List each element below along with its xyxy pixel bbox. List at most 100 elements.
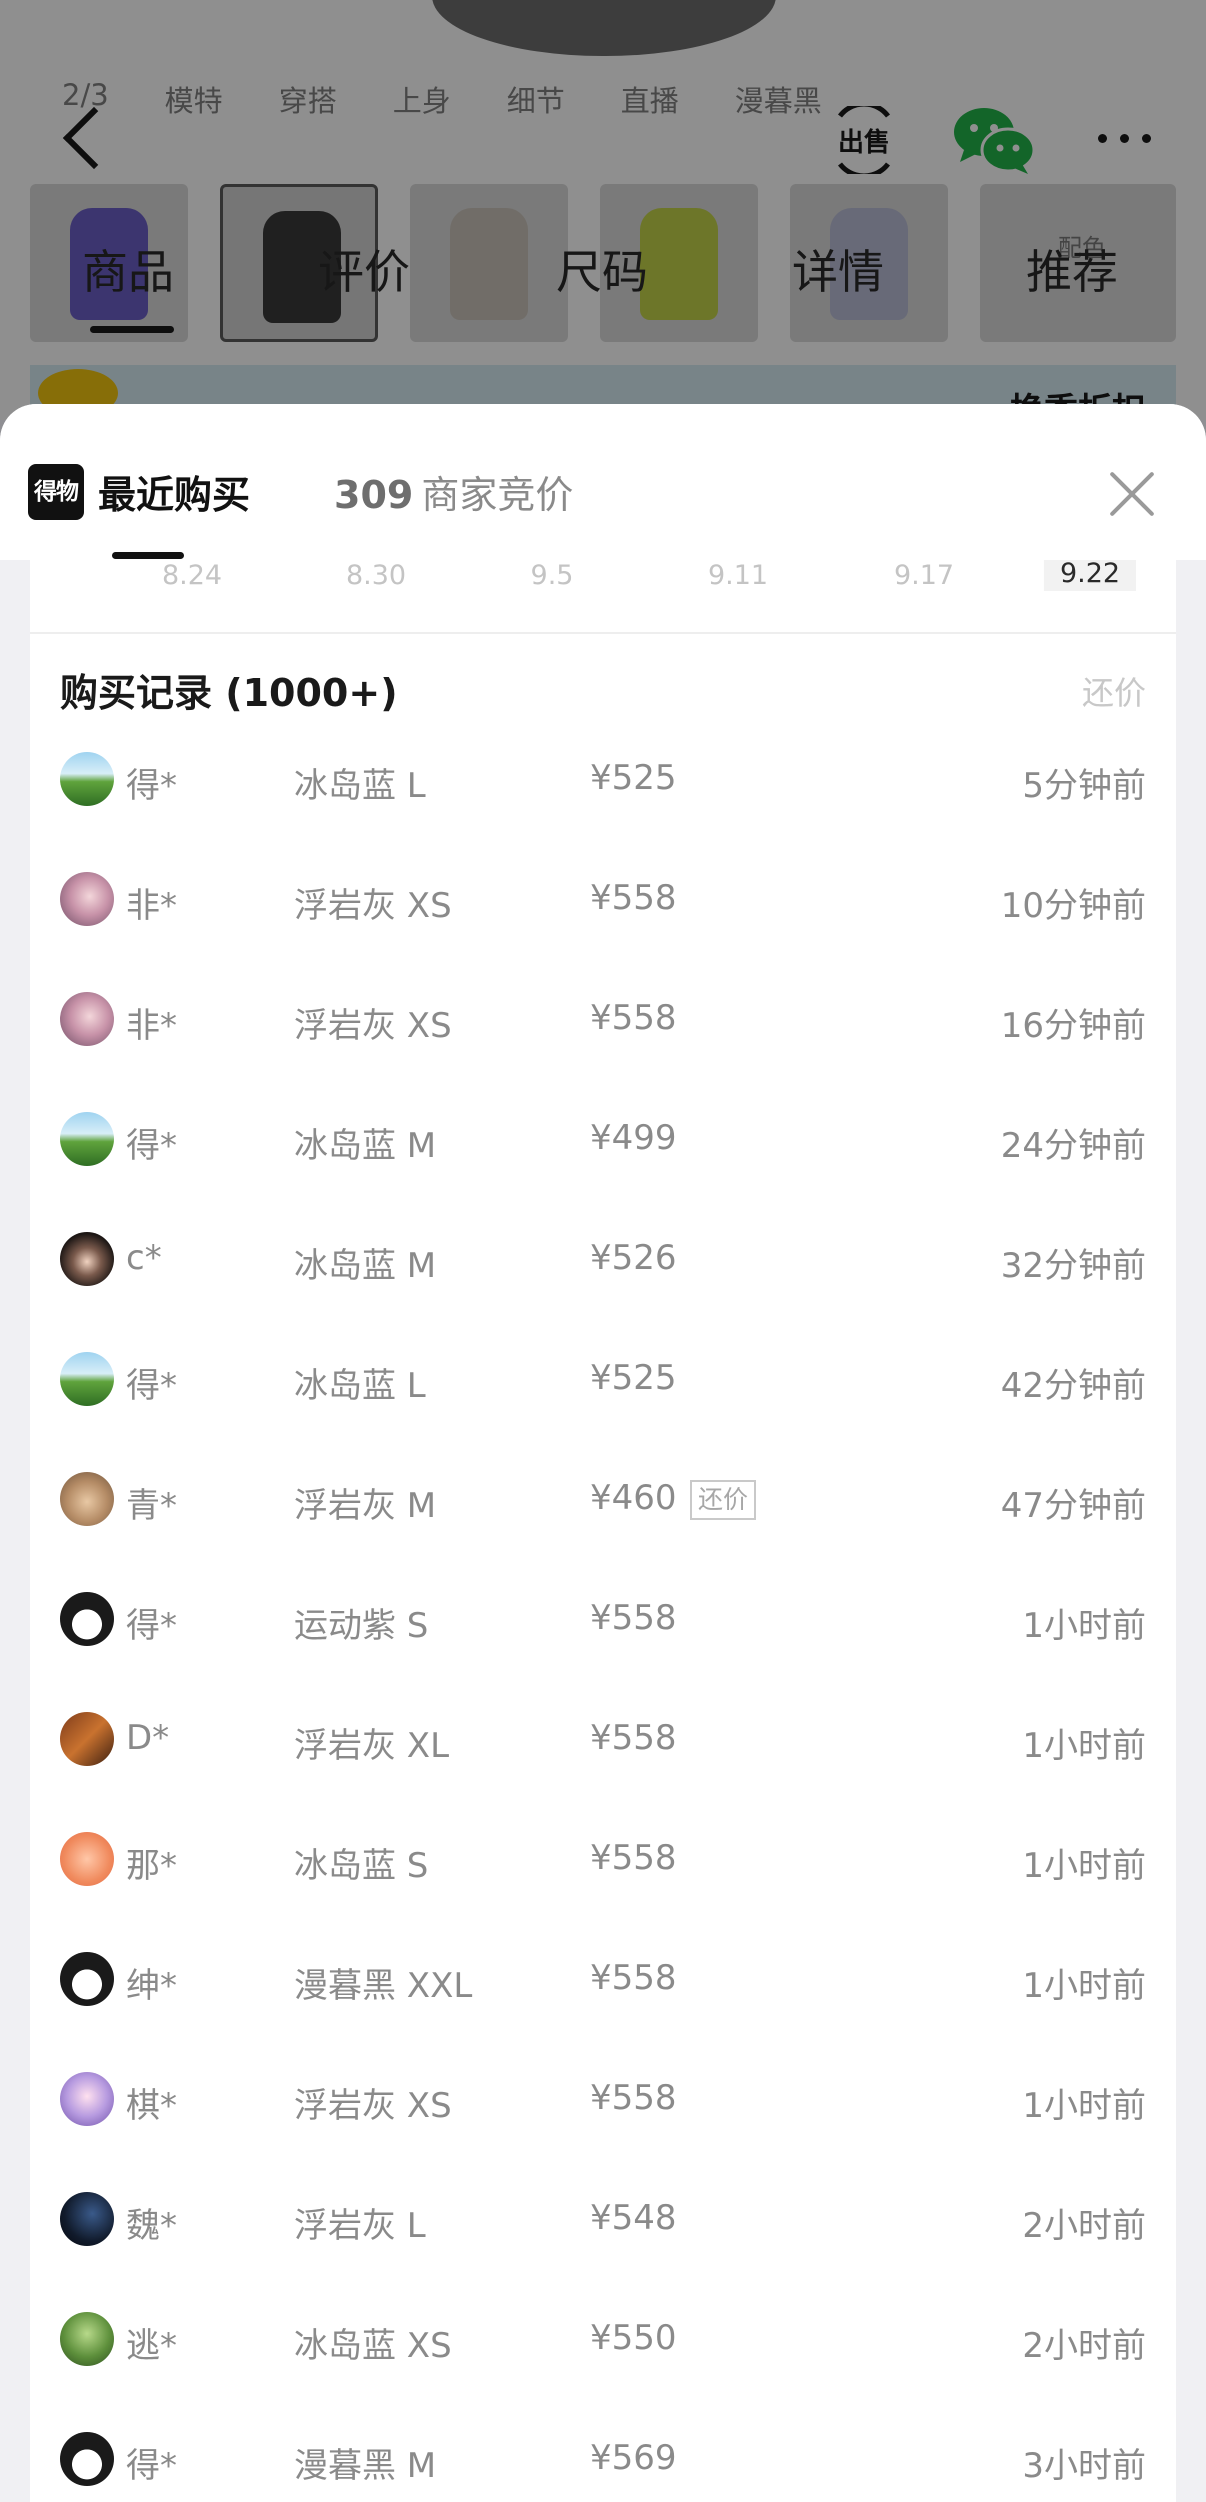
sku-label: 冰岛蓝 S (294, 1846, 429, 1886)
purchase-record-row: 得* 冰岛蓝 M ¥499 24分钟前 (30, 1080, 1176, 1200)
records-title: 购买记录 (1000+) (60, 671, 398, 715)
close-button[interactable] (1104, 466, 1160, 522)
buyer-name: 逃* (126, 2326, 177, 2366)
merchant-count: 309 (334, 473, 414, 517)
buyer-avatar (60, 1952, 114, 2006)
buyer-avatar (60, 2312, 114, 2366)
buyer-name: D* (126, 1718, 170, 1758)
price-value: ¥525 (590, 1358, 677, 1398)
buyer-name: 得* (126, 766, 177, 806)
date-label[interactable]: 8.30 (346, 560, 406, 591)
buyer-name: 得* (126, 1126, 177, 1166)
sku-label: 浮岩灰 XS (294, 886, 452, 926)
purchase-time: 5分钟前 (1022, 766, 1146, 806)
buyer-avatar (60, 2192, 114, 2246)
purchase-time: 1小时前 (1022, 1726, 1146, 1766)
purchase-time: 1小时前 (1022, 2086, 1146, 2126)
buyer-name: 得* (126, 1606, 177, 1646)
sku-label: 冰岛蓝 XS (294, 2326, 452, 2366)
price-value: ¥558 (590, 1598, 677, 1638)
active-tab-indicator (112, 552, 184, 559)
sku-label: 漫暮黑 XXL (294, 1966, 473, 2006)
date-label-active[interactable]: 9.22 (1043, 556, 1137, 591)
purchase-record-row: 棋* 浮岩灰 XS ¥558 1小时前 (30, 2040, 1176, 2160)
purchase-time: 1小时前 (1022, 1846, 1146, 1886)
price-value: ¥558 (590, 878, 677, 918)
purchase-record-row: 得* 运动紫 S ¥558 1小时前 (30, 1560, 1176, 1680)
price-value: ¥548 (590, 2198, 677, 2238)
purchase-record-row: 那* 冰岛蓝 S ¥558 1小时前 (30, 1800, 1176, 1920)
buyer-avatar (60, 992, 114, 1046)
price-value: ¥499 (590, 1118, 677, 1158)
purchase-time: 16分钟前 (1000, 1006, 1146, 1046)
buyer-avatar (60, 1112, 114, 1166)
buyer-avatar (60, 1232, 114, 1286)
buyer-avatar (60, 2072, 114, 2126)
purchase-record-row: 得* 冰岛蓝 L ¥525 5分钟前 (30, 720, 1176, 840)
tab-merchant-bids[interactable]: 309 商家竞价 (334, 464, 573, 519)
price-value: ¥558 (590, 1718, 677, 1758)
buyer-name: 得* (126, 1366, 177, 1406)
date-label[interactable]: 9.17 (894, 560, 954, 591)
sku-label: 冰岛蓝 M (294, 1246, 437, 1286)
purchase-time: 1小时前 (1022, 1606, 1146, 1646)
sku-label: 漫暮黑 M (294, 2446, 437, 2486)
price-value: ¥550 (590, 2318, 677, 2358)
records-card: 8.24 8.30 9.5 9.11 9.17 9.22 购买记录 (1000+… (30, 550, 1176, 2502)
purchase-time: 3小时前 (1022, 2446, 1146, 2486)
buyer-name: 绅* (126, 1966, 177, 2006)
purchase-time: 10分钟前 (1000, 886, 1146, 926)
purchase-record-row: c* 冰岛蓝 M ¥526 32分钟前 (30, 1200, 1176, 1320)
buyer-name: 那* (126, 1846, 177, 1886)
counter-offer-link[interactable]: 还价 (1082, 668, 1146, 714)
price-value: ¥526 (590, 1238, 677, 1278)
date-axis-row: 8.24 8.30 9.5 9.11 9.17 9.22 (30, 550, 1176, 634)
purchase-record-row: D* 浮岩灰 XL ¥558 1小时前 (30, 1680, 1176, 1800)
modal-scrim[interactable] (0, 0, 1206, 420)
tab-recent-purchases[interactable]: 最近购买 (98, 464, 250, 519)
sku-label: 冰岛蓝 L (294, 1366, 426, 1406)
price-value: ¥525 (590, 758, 677, 798)
purchase-record-row: 青* 浮岩灰 M ¥460 还价 47分钟前 (30, 1440, 1176, 1560)
buyer-name: 得* (126, 2446, 177, 2486)
sku-label: 浮岩灰 L (294, 2206, 426, 2246)
purchase-time: 1小时前 (1022, 1966, 1146, 2006)
purchase-record-row: 非* 浮岩灰 XS ¥558 16分钟前 (30, 960, 1176, 1080)
purchase-records-sheet: 得物 最近购买 309 商家竞价 8.24 8.30 9.5 9.11 9.17 … (0, 404, 1206, 2502)
sku-label: 浮岩灰 M (294, 1486, 437, 1526)
buyer-name: c* (126, 1238, 162, 1278)
sku-label: 浮岩灰 XS (294, 1006, 452, 1046)
tab-merchant-label: 商家竞价 (421, 473, 574, 517)
buyer-name: 非* (126, 1006, 177, 1046)
buyer-avatar (60, 1592, 114, 1646)
purchase-time: 32分钟前 (1000, 1246, 1146, 1286)
price-value: ¥460 (590, 1478, 677, 1518)
buyer-name: 非* (126, 886, 177, 926)
dewu-logo: 得物 (28, 464, 84, 520)
sku-label: 冰岛蓝 L (294, 766, 426, 806)
buyer-avatar (60, 1352, 114, 1406)
purchase-record-row: 得* 漫暮黑 M ¥569 3小时前 (30, 2400, 1176, 2502)
buyer-avatar (60, 752, 114, 806)
purchase-record-row: 逃* 冰岛蓝 XS ¥550 2小时前 (30, 2280, 1176, 2400)
buyer-name: 棋* (126, 2086, 177, 2126)
buyer-name: 青* (126, 1486, 177, 1526)
price-value: ¥558 (590, 2078, 677, 2118)
purchase-time: 42分钟前 (1000, 1366, 1146, 1406)
date-label[interactable]: 8.24 (162, 560, 222, 591)
date-label[interactable]: 9.5 (531, 560, 574, 591)
price-value: ¥558 (590, 1958, 677, 1998)
purchase-record-row: 魏* 浮岩灰 L ¥548 2小时前 (30, 2160, 1176, 2280)
sku-label: 浮岩灰 XL (294, 1726, 450, 1766)
sku-label: 浮岩灰 XS (294, 2086, 452, 2126)
buyer-avatar (60, 1472, 114, 1526)
date-label[interactable]: 9.11 (708, 560, 768, 591)
price-value: ¥558 (590, 998, 677, 1038)
counter-offer-badge: 还价 (690, 1480, 757, 1520)
price-value: ¥569 (590, 2438, 677, 2478)
purchase-time: 47分钟前 (1000, 1486, 1146, 1526)
purchase-time: 2小时前 (1022, 2206, 1146, 2246)
price-value: ¥558 (590, 1838, 677, 1878)
purchase-record-row: 非* 浮岩灰 XS ¥558 10分钟前 (30, 840, 1176, 960)
buyer-avatar (60, 872, 114, 926)
